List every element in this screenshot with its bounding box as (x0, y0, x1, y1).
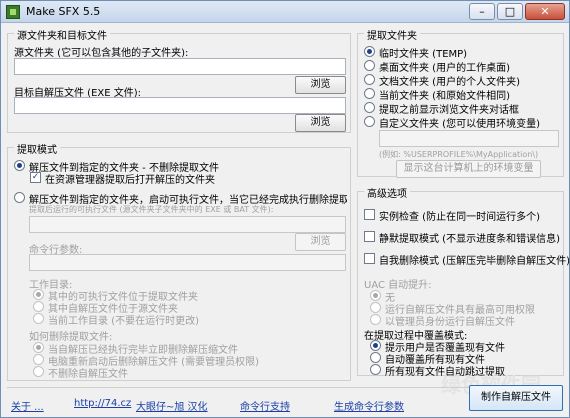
custom-folder-example: (例如: %USERPROFILE%\MyApplication\) (379, 150, 539, 159)
silent-mode-checkbox[interactable] (364, 231, 375, 242)
target-file-input[interactable] (14, 97, 346, 114)
create-sfx-button[interactable]: 制作自解压文件 (469, 385, 563, 411)
overwrite-all-radio[interactable] (370, 352, 381, 363)
folder-current-radio[interactable] (364, 88, 375, 99)
app-window: Make SFX 5.5 – □ ✕ 源文件夹和目标文件 源文件夹 (它可以包含… (0, 0, 570, 418)
instance-check-label: 实例检查 (防止在同一时间运行多个) (379, 212, 540, 223)
title-bar: Make SFX 5.5 – □ ✕ (1, 1, 569, 23)
close-button[interactable]: ✕ (525, 3, 565, 20)
advanced-group: 高级选项 实例检查 (防止在同一时间运行多个) 静默提取模式 (不显示进度条和错… (357, 185, 570, 378)
silent-mode-label: 静默提取模式 (不显示进度条和错误信息) (379, 234, 560, 245)
delete-reboot-radio[interactable] (33, 354, 44, 365)
cmd-args-input[interactable] (29, 254, 346, 271)
exe-file-input[interactable] (29, 216, 346, 233)
uac-label: UAC 自动提升: (364, 280, 432, 291)
uac-highest-radio[interactable] (370, 302, 381, 313)
folder-documents-label: 文档文件夹 (用户的个人文件夹) (379, 77, 520, 88)
folder-desktop-label: 桌面文件夹 (用户的工作桌面) (379, 63, 510, 74)
extract-mode-title: 提取模式 (14, 141, 60, 156)
source-folder-input[interactable] (14, 58, 346, 75)
folder-current-label: 当前文件夹 (和原始文件相同) (379, 91, 510, 102)
open-folder-checkbox[interactable]: ✓ (30, 172, 41, 183)
uac-admin-label: 以管理员身份运行自解压文件 (385, 317, 515, 328)
maximize-button[interactable]: □ (497, 3, 523, 20)
browse-target-button[interactable]: 浏览 (295, 114, 346, 132)
about-link[interactable]: 关于 ... (11, 398, 44, 413)
folder-documents-radio[interactable] (364, 74, 375, 85)
extract-folder-title: 提取文件夹 (364, 27, 420, 42)
open-folder-label: 在资源管理器提取后打开解压的文件夹 (45, 175, 215, 186)
folder-temp-label: 临时文件夹 (TEMP) (379, 49, 468, 60)
app-icon (6, 5, 20, 19)
self-delete-checkbox[interactable] (364, 253, 375, 264)
workdir-source-radio[interactable] (33, 301, 44, 312)
self-delete-label: 自我删除模式 (压解压完毕删除自解压文件) (379, 256, 570, 267)
mode-extract-only-radio[interactable] (14, 160, 25, 171)
folder-custom-radio[interactable] (364, 116, 375, 127)
browse-exe-button[interactable]: 浏览 (295, 233, 346, 251)
overwrite-prompt-radio[interactable] (370, 340, 381, 351)
workdir-current-label: 当前工作目录 (不要在运行时更改) (48, 316, 199, 327)
folder-desktop-radio[interactable] (364, 60, 375, 71)
uac-none-radio[interactable] (370, 290, 381, 301)
custom-folder-input[interactable] (379, 130, 559, 147)
source-group-title: 源文件夹和目标文件 (14, 27, 110, 42)
uac-admin-radio[interactable] (370, 314, 381, 325)
delete-none-label: 不删除自解压文件 (48, 369, 128, 380)
instance-check-checkbox[interactable] (364, 209, 375, 220)
folder-custom-label: 自定义文件夹 (您可以使用环境变量) (379, 119, 540, 130)
env-vars-button[interactable]: 显示这台计算机上的环境变量 (396, 160, 541, 178)
exe-file-label: 提取后运行的可执行文件 (源文件夹子文件夹中的 EXE 或 BAT 文件): (29, 205, 274, 214)
source-group: 源文件夹和目标文件 源文件夹 (它可以包含其他的子文件夹): 浏览 目标自解压文… (7, 27, 351, 133)
cmd-support-link[interactable]: 命令行支持 (240, 398, 290, 413)
browse-source-button[interactable]: 浏览 (295, 76, 346, 94)
folder-temp-radio[interactable] (364, 46, 375, 57)
mode-run-exe-radio[interactable] (14, 192, 25, 203)
extract-mode-group: 提取模式 解压文件到指定的文件夹 - 不删除提取文件 ✓ 在资源管理器提取后打开… (7, 141, 351, 381)
advanced-title: 高级选项 (364, 185, 410, 200)
overwrite-skip-radio[interactable] (370, 364, 381, 375)
minimize-button[interactable]: – (469, 3, 495, 20)
source-folder-label: 源文件夹 (它可以包含其他的子文件夹): (14, 48, 189, 59)
workdir-extract-radio[interactable] (33, 289, 44, 300)
translator-link[interactable]: 大眼仔~旭 汉化 (136, 398, 208, 413)
folder-browse-label: 提取之前显示浏览文件夹对话框 (379, 105, 519, 116)
website-link[interactable]: http://74.cz (74, 398, 131, 409)
generate-cmd-link[interactable]: 生成命令行参数 (334, 398, 404, 413)
folder-browse-radio[interactable] (364, 102, 375, 113)
delete-immediately-radio[interactable] (33, 342, 44, 353)
delete-none-radio[interactable] (33, 366, 44, 377)
window-title: Make SFX 5.5 (26, 5, 101, 18)
workdir-current-radio[interactable] (33, 313, 44, 324)
extract-folder-group: 提取文件夹 临时文件夹 (TEMP) 桌面文件夹 (用户的工作桌面) 文档文件夹… (357, 27, 564, 178)
